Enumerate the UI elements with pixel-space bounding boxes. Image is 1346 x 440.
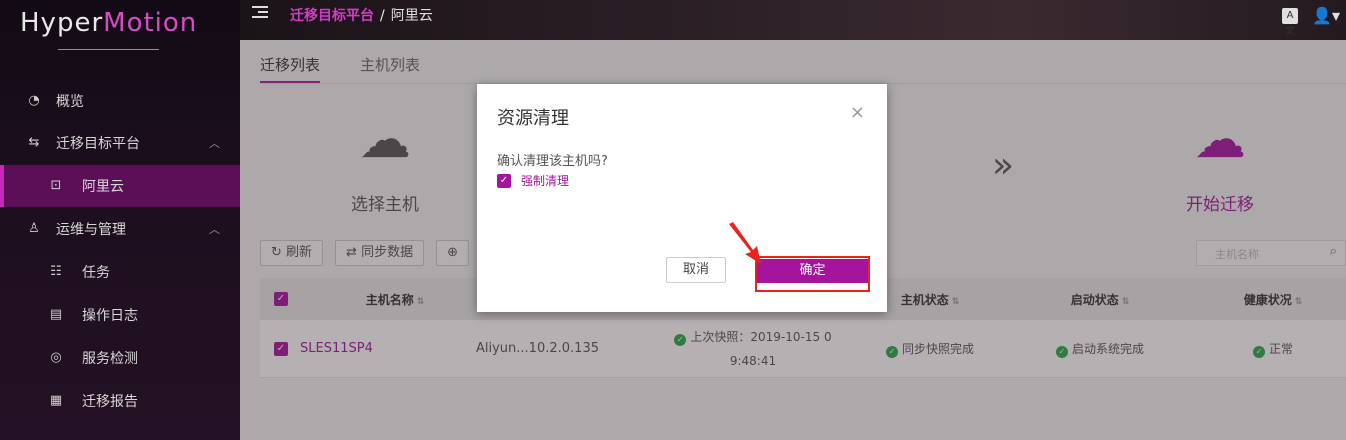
- sidebar-item-report[interactable]: ▦ 迁移报告: [0, 380, 240, 422]
- breadcrumb: 迁移目标平台 / 阿里云: [290, 8, 433, 24]
- app-logo: HyperMotion: [20, 8, 198, 38]
- sidebar-item-label: 服务检测: [82, 351, 138, 367]
- force-cleanup-label: 强制清理: [521, 174, 570, 188]
- sidebar-item-overview[interactable]: ◔ 概览: [0, 80, 240, 122]
- sidebar-item-label: 迁移目标平台: [56, 136, 140, 152]
- pointer-arrow-icon: [729, 222, 761, 264]
- sidebar-item-label: 运维与管理: [56, 222, 126, 238]
- chevron-up-icon: ︿: [209, 223, 220, 236]
- exchange-icon: ⇆: [28, 135, 40, 150]
- cloud-icon: ⊡: [50, 178, 62, 193]
- sidebar-item-label: 迁移报告: [82, 394, 138, 410]
- confirm-highlight-box: [755, 256, 870, 292]
- task-icon: ☷: [50, 264, 62, 279]
- cancel-button[interactable]: 取消: [666, 257, 726, 283]
- language-icon[interactable]: A文: [1282, 7, 1299, 37]
- force-cleanup-option[interactable]: ✓ 强制清理: [497, 172, 569, 189]
- sidebar-item-label: 操作日志: [82, 308, 138, 324]
- sidebar-item-label: 阿里云: [82, 179, 124, 195]
- breadcrumb-current: 阿里云: [390, 8, 433, 24]
- dialog-title: 资源清理: [497, 108, 569, 129]
- sidebar-item-ops[interactable]: ♙ 运维与管理 ︿: [0, 208, 240, 250]
- sidebar-item-service-check[interactable]: ◎ 服务检测: [0, 337, 240, 379]
- sidebar-item-label: 任务: [82, 265, 110, 281]
- chevron-up-icon: ︿: [209, 137, 220, 150]
- dashboard-icon: ◔: [28, 93, 40, 108]
- breadcrumb-link[interactable]: 迁移目标平台: [290, 8, 374, 24]
- user-ops-icon: ♙: [28, 221, 40, 236]
- log-icon: ▤: [49, 307, 63, 322]
- top-header: 迁移目标平台 / 阿里云 A文 👤▾: [240, 0, 1346, 40]
- menu-toggle-icon[interactable]: [252, 6, 268, 20]
- sidebar-item-logs[interactable]: ▤ 操作日志: [0, 294, 240, 336]
- report-icon: ▦: [49, 393, 63, 408]
- logo-divider: [58, 49, 159, 50]
- dialog-message: 确认清理该主机吗?: [497, 154, 608, 169]
- close-icon[interactable]: ×: [850, 102, 865, 123]
- sidebar: HyperMotion ◔ 概览 ⇆ 迁移目标平台 ︿ ⊡ 阿里云 ♙ 运维与管…: [0, 0, 240, 440]
- service-check-icon: ◎: [50, 350, 62, 365]
- sidebar-item-migration-target[interactable]: ⇆ 迁移目标平台 ︿: [0, 122, 240, 164]
- sidebar-item-aliyun[interactable]: ⊡ 阿里云: [0, 165, 240, 207]
- sidebar-item-tasks[interactable]: ☷ 任务: [0, 251, 240, 293]
- user-icon[interactable]: 👤▾: [1312, 6, 1340, 25]
- sidebar-item-label: 概览: [56, 94, 84, 110]
- force-cleanup-checkbox[interactable]: ✓: [497, 173, 511, 188]
